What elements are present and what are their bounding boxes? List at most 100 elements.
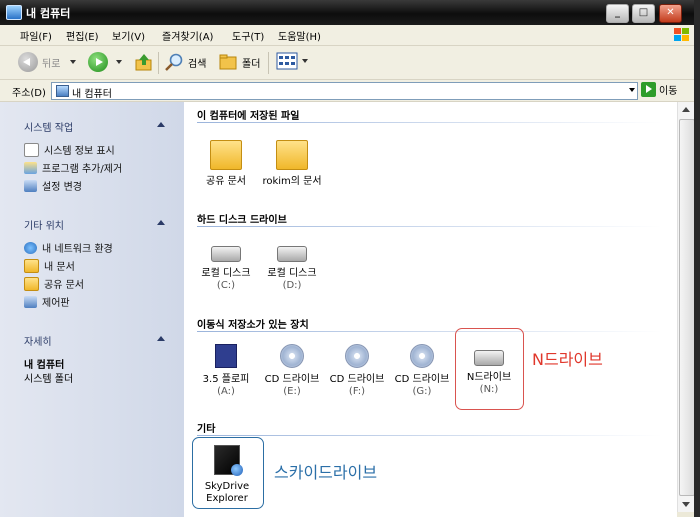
- item-label: 로컬 디스크: [267, 268, 317, 279]
- close-button[interactable]: ✕: [659, 4, 682, 23]
- n-drive-highlight: [455, 328, 524, 410]
- item-label: CD 드라이브: [394, 374, 450, 385]
- scroll-down-icon[interactable]: [682, 502, 690, 507]
- task-label: 프로그램 추가/제거: [42, 164, 123, 175]
- item-label: 3.5 플로피: [202, 374, 250, 385]
- item-rokim-documents[interactable]: rokim의 문서: [258, 132, 326, 188]
- section-hdd-title: 하드 디스크 드라이브: [197, 215, 287, 226]
- go-button[interactable]: 이동: [641, 82, 677, 97]
- folder-icon: [210, 140, 242, 170]
- place-shared-documents[interactable]: 공유 문서: [24, 276, 84, 291]
- folder-icon: [24, 258, 39, 273]
- address-input[interactable]: 내 컴퓨터: [51, 82, 638, 100]
- skydrive-highlight: [192, 437, 264, 509]
- place-my-documents[interactable]: 내 문서: [24, 258, 75, 273]
- folders-button[interactable]: 폴더: [218, 52, 260, 72]
- task-system-info[interactable]: 시스템 정보 표시: [24, 142, 115, 157]
- floppy-drive-icon: [215, 344, 237, 368]
- address-value: 내 컴퓨터: [72, 89, 112, 100]
- vertical-scrollbar[interactable]: [677, 102, 695, 512]
- up-folder-icon: [135, 54, 152, 71]
- section-files-title: 이 컴퓨터에 저장된 파일: [197, 111, 300, 122]
- place-network[interactable]: 내 네트워크 환경: [24, 240, 113, 255]
- add-remove-programs-icon: [24, 161, 37, 174]
- back-label: 뒤로: [42, 58, 61, 70]
- place-label: 공유 문서: [44, 280, 84, 291]
- toolbar-separator: [268, 52, 269, 74]
- collapse-icon[interactable]: [157, 336, 165, 341]
- details-title[interactable]: 자세히: [24, 333, 52, 348]
- minimize-button[interactable]: _: [606, 4, 629, 23]
- folder-icon: [276, 140, 308, 170]
- n-drive-annotation: N드라이브: [532, 350, 603, 369]
- collapse-icon[interactable]: [157, 122, 165, 127]
- item-shared-documents[interactable]: 공유 문서: [192, 132, 260, 188]
- details-type: 시스템 폴더: [24, 374, 74, 385]
- item-label: 공유 문서: [206, 176, 246, 187]
- menu-favorites[interactable]: 즐겨찾기(A): [162, 28, 213, 43]
- scroll-up-icon[interactable]: [682, 107, 690, 112]
- views-button[interactable]: [276, 52, 308, 70]
- details-name: 내 컴퓨터: [24, 360, 65, 371]
- chevron-down-icon[interactable]: [116, 60, 122, 64]
- item-cd-g[interactable]: CD 드라이브 (G:): [388, 338, 456, 398]
- item-local-disk-d[interactable]: 로컬 디스크 (D:): [258, 234, 326, 292]
- folders-label: 폴더: [242, 58, 261, 70]
- task-label: 시스템 정보 표시: [44, 146, 115, 157]
- title-bar[interactable]: 내 컴퓨터 _ □ ✕: [0, 0, 700, 25]
- scroll-thumb[interactable]: [679, 119, 695, 496]
- explorer-window: 내 컴퓨터 _ □ ✕ 파일(F) 편집(E) 보기(V) 즐겨찾기(A) 도구…: [0, 0, 700, 517]
- place-control-panel[interactable]: 제어판: [24, 294, 70, 309]
- section-other-title: 기타: [197, 424, 216, 435]
- item-drive-letter: (D:): [282, 280, 302, 291]
- search-button[interactable]: 검색: [164, 52, 206, 72]
- back-arrow-icon: [18, 52, 38, 72]
- my-computer-icon: [56, 85, 69, 97]
- address-label: 주소(D): [12, 88, 46, 99]
- item-floppy-a[interactable]: 3.5 플로피 (A:): [192, 338, 260, 398]
- section-divider: [197, 435, 662, 436]
- forward-button[interactable]: [88, 52, 122, 72]
- menu-edit[interactable]: 편집(E): [66, 28, 99, 43]
- chevron-down-icon[interactable]: [302, 59, 308, 63]
- item-cd-f[interactable]: CD 드라이브 (F:): [323, 338, 391, 398]
- maximize-button[interactable]: □: [632, 4, 655, 23]
- other-places-title[interactable]: 기타 위치: [24, 217, 64, 232]
- collapse-icon[interactable]: [157, 220, 165, 225]
- place-label: 내 문서: [44, 262, 75, 273]
- place-label: 내 네트워크 환경: [42, 244, 113, 255]
- menu-tools[interactable]: 도구(T): [232, 28, 264, 43]
- cd-drive-icon: [280, 344, 304, 368]
- menu-file[interactable]: 파일(F): [20, 28, 52, 43]
- item-cd-e[interactable]: CD 드라이브 (E:): [258, 338, 326, 398]
- item-drive-letter: (G:): [412, 386, 432, 397]
- hard-drive-icon: [277, 246, 307, 262]
- section-removable-title: 이동식 저장소가 있는 장치: [197, 320, 309, 331]
- my-computer-icon: [6, 5, 22, 20]
- cd-drive-icon: [410, 344, 434, 368]
- item-label: CD 드라이브: [329, 374, 385, 385]
- item-label: 로컬 디스크: [201, 268, 251, 279]
- go-arrow-icon: [641, 82, 656, 97]
- chevron-down-icon[interactable]: [70, 60, 77, 64]
- item-local-disk-c[interactable]: 로컬 디스크 (C:): [192, 234, 260, 292]
- menu-help[interactable]: 도움말(H): [278, 28, 321, 43]
- toolbar: 뒤로 검색 폴더: [0, 46, 700, 80]
- skydrive-annotation: 스카이드라이브: [274, 463, 378, 482]
- task-add-remove-programs[interactable]: 프로그램 추가/제거: [24, 160, 122, 175]
- menu-view[interactable]: 보기(V): [112, 28, 145, 43]
- back-button[interactable]: 뒤로: [18, 52, 77, 72]
- up-folder-button[interactable]: [134, 52, 154, 72]
- folder-icon: [24, 276, 39, 291]
- chevron-down-icon[interactable]: [629, 88, 635, 92]
- section-divider: [197, 122, 662, 123]
- windows-logo-icon: [674, 28, 689, 41]
- task-change-setting[interactable]: 설정 변경: [24, 178, 82, 193]
- control-panel-icon: [24, 295, 37, 308]
- system-tasks-title[interactable]: 시스템 작업: [24, 119, 73, 134]
- item-drive-letter: (A:): [217, 386, 235, 397]
- item-drive-letter: (F:): [348, 386, 366, 397]
- menu-bar: 파일(F) 편집(E) 보기(V) 즐겨찾기(A) 도구(T) 도움말(H): [0, 25, 700, 46]
- toolbar-separator: [158, 52, 159, 74]
- section-divider: [197, 331, 662, 332]
